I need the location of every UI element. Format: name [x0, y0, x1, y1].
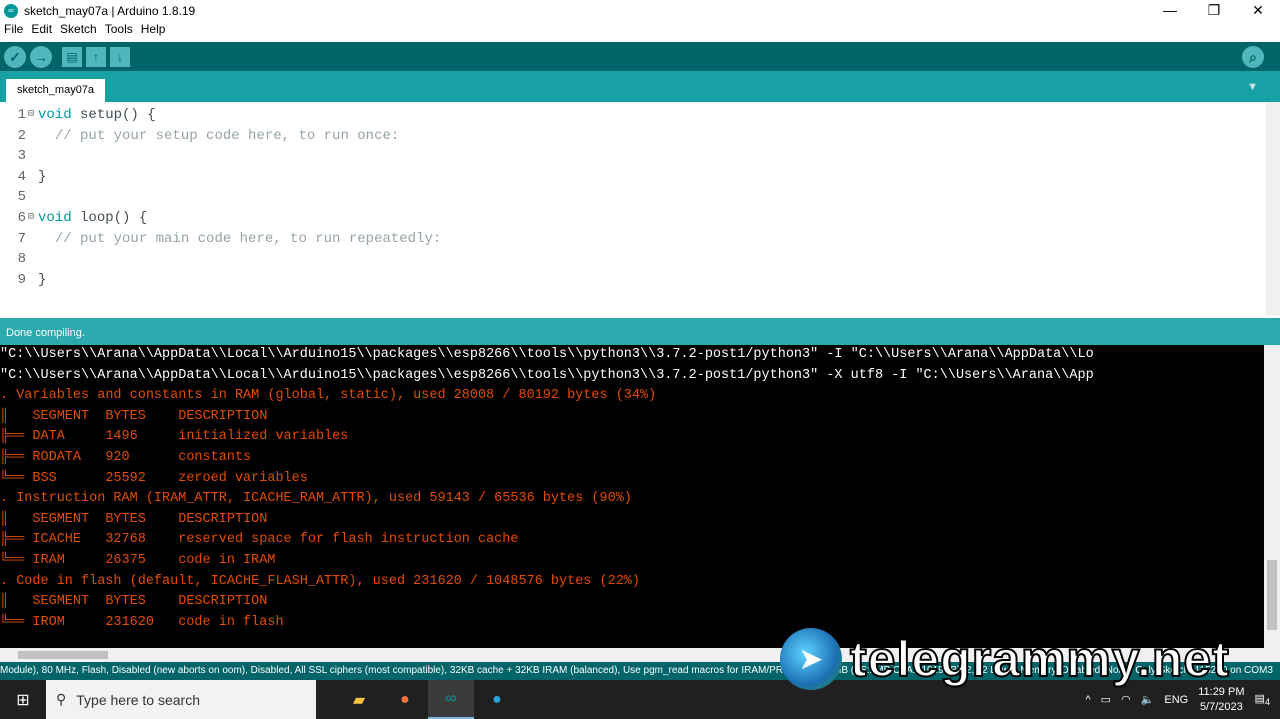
console-line: ╠══ DATA 1496 initialized variables	[0, 429, 349, 445]
chevron-up-icon[interactable]: ^	[1085, 694, 1090, 706]
menu-edit[interactable]: Edit	[27, 22, 56, 40]
code-text: }	[38, 271, 47, 288]
status-message: Done compiling.	[0, 318, 1280, 348]
notifications-icon[interactable]: ▤4	[1255, 692, 1271, 707]
code-line: 7 // put your main code here, to run rep…	[0, 229, 442, 249]
toolbar: ✓ → ▤ ↑ ↓ ⌕	[0, 42, 1280, 71]
line-number: 5	[17, 189, 26, 206]
fold-icon[interactable]	[28, 146, 38, 166]
line-number: 6	[17, 210, 26, 226]
scroll-thumb[interactable]	[1267, 560, 1277, 630]
line-number: 7	[17, 230, 26, 247]
console-line: ║ SEGMENT BYTES DESCRIPTION	[0, 511, 268, 527]
telegram-logo-icon: ➤	[780, 628, 842, 690]
hscroll-thumb[interactable]	[18, 651, 108, 659]
line-number: 8	[17, 251, 26, 268]
watermark: ➤ telegrammy.net	[780, 628, 1230, 690]
code-editor[interactable]: 1 ⊟ void setup() {2 // put your setup code…	[0, 102, 1280, 315]
firefox-icon[interactable]: ●	[382, 680, 428, 719]
taskbar-search[interactable]: ⚲ Type here to search	[46, 680, 316, 719]
language-indicator[interactable]: ENG	[1164, 694, 1188, 706]
console-line: ║ SEGMENT BYTES DESCRIPTION	[0, 408, 268, 424]
console-line: . Variables and constants in RAM (global…	[0, 388, 657, 404]
save-button[interactable]: ↓	[110, 46, 130, 67]
window-title: sketch_may07a | Arduino 1.8.19	[24, 4, 196, 18]
arduino-logo-icon: ∞	[4, 4, 18, 18]
fold-icon[interactable]	[28, 249, 38, 269]
verify-button[interactable]: ✓	[4, 45, 26, 68]
line-number: 3	[17, 148, 26, 165]
editor-scrollbar[interactable]	[1266, 102, 1280, 315]
menu-bar: File Edit Sketch Tools Help	[0, 22, 169, 40]
watermark-text: telegrammy.net	[849, 630, 1230, 688]
maximize-button[interactable]: ❐	[1192, 0, 1236, 20]
console-line: ╚══ IRAM 26375 code in IRAM	[0, 552, 276, 568]
menu-file[interactable]: File	[0, 22, 27, 40]
fold-icon[interactable]	[28, 126, 38, 146]
code-line: 5	[0, 187, 38, 207]
code-text: setup() {	[71, 107, 156, 123]
code-text: }	[38, 168, 47, 185]
fold-icon[interactable]	[28, 270, 38, 290]
menu-help[interactable]: Help	[137, 22, 170, 40]
search-placeholder: Type here to search	[76, 691, 201, 708]
date: 5/7/2023	[1199, 700, 1243, 713]
volume-icon[interactable]: 🔈	[1141, 693, 1155, 706]
console-line: ╚══ BSS 25592 zeroed variables	[0, 470, 308, 486]
file-explorer-icon[interactable]: ▰	[336, 680, 382, 719]
console-line: ╠══ RODATA 920 constants	[0, 449, 252, 465]
line-number: 9	[17, 271, 26, 288]
console-line: . Code in flash (default, ICACHE_FLASH_A…	[0, 573, 641, 589]
open-button[interactable]: ↑	[86, 46, 106, 67]
wifi-icon[interactable]: ◠	[1121, 693, 1131, 706]
console-line: "C:\\Users\\Arana\\AppData\\Local\\Ardui…	[0, 347, 1094, 362]
console-output: "C:\\Users\\Arana\\AppData\\Local\\Ardui…	[0, 345, 1264, 648]
keyword: void	[38, 107, 72, 123]
telegram-icon[interactable]: ●	[474, 680, 520, 719]
code-line: 1 ⊟ void setup() {	[0, 105, 156, 125]
battery-icon[interactable]: ▭	[1101, 693, 1111, 706]
console-line: ║ SEGMENT BYTES DESCRIPTION	[0, 594, 268, 610]
minimize-button[interactable]: —	[1148, 0, 1192, 20]
fold-icon[interactable]: ⊟	[28, 208, 38, 228]
line-number: 4	[17, 168, 26, 185]
code-line: 8	[0, 249, 38, 269]
title-bar: ∞ sketch_may07a | Arduino 1.8.19 — ❐ ✕	[0, 0, 1280, 22]
search-icon: ⚲	[56, 691, 67, 707]
menu-tools[interactable]: Tools	[101, 22, 137, 40]
menu-sketch[interactable]: Sketch	[56, 22, 101, 40]
code-line: 4}	[0, 167, 47, 187]
tab-sketch[interactable]: sketch_may07a	[6, 79, 106, 102]
serial-monitor-button[interactable]: ⌕	[1242, 46, 1264, 68]
line-number: 2	[17, 127, 26, 144]
console-scrollbar[interactable]	[1264, 345, 1280, 648]
fold-icon[interactable]	[28, 229, 38, 249]
console-line: ╠══ ICACHE 32768 reserved space for flas…	[0, 532, 519, 548]
code-line: 9}	[0, 270, 47, 290]
fold-icon[interactable]	[28, 167, 38, 187]
code-line: 3	[0, 146, 38, 166]
code-line: 2 // put your setup code here, to run on…	[0, 126, 400, 146]
new-button[interactable]: ▤	[62, 46, 82, 67]
code-line: 6 ⊟ void loop() {	[0, 208, 148, 228]
line-number: 1	[17, 107, 26, 123]
close-button[interactable]: ✕	[1236, 0, 1280, 20]
tab-menu-icon[interactable]: ▼	[1247, 81, 1258, 93]
upload-button[interactable]: →	[30, 45, 52, 68]
comment: // put your setup code here, to run once…	[54, 127, 400, 144]
tab-bar: sketch_may07a ▼	[0, 71, 1280, 102]
arduino-taskbar-icon[interactable]: ∞	[428, 680, 474, 719]
keyword: void	[38, 210, 72, 226]
windows-start-icon[interactable]: ⊞	[0, 690, 46, 710]
fold-icon[interactable]	[28, 187, 38, 207]
comment: // put your main code here, to run repea…	[54, 230, 442, 247]
fold-icon[interactable]: ⊟	[28, 105, 38, 125]
console-line: . Instruction RAM (IRAM_ATTR, ICACHE_RAM…	[0, 491, 632, 507]
console-line: "C:\\Users\\Arana\\AppData\\Local\\Ardui…	[0, 367, 1094, 383]
code-text: loop() {	[71, 210, 148, 226]
notification-count: 4	[1264, 697, 1270, 708]
